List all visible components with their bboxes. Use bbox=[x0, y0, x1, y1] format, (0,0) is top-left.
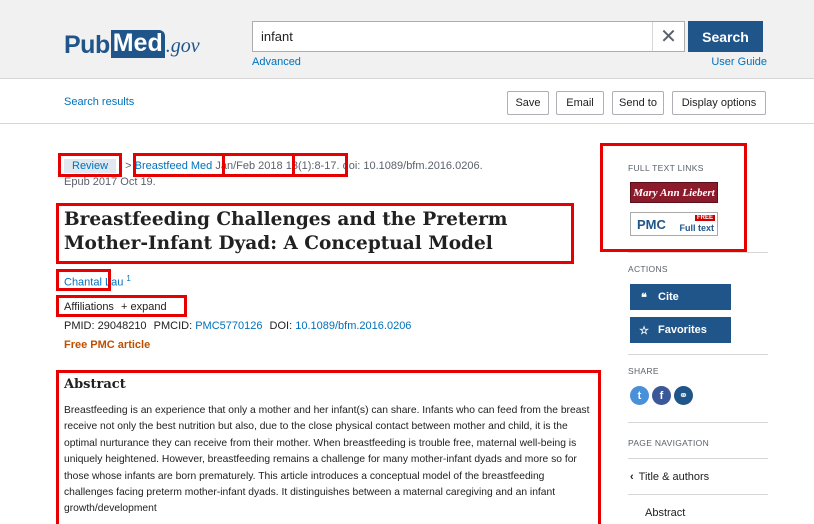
save-button[interactable]: Save bbox=[507, 91, 549, 115]
doi-link[interactable]: 10.1089/bfm.2016.0206 bbox=[295, 320, 411, 332]
affiliation-marker[interactable]: 1 bbox=[126, 274, 130, 283]
favorites-label: Favorites bbox=[658, 324, 707, 336]
pmc-logo-text: PMC bbox=[637, 216, 666, 232]
nav-abstract[interactable]: Abstract bbox=[645, 507, 685, 519]
full-text-links-label: FULL TEXT LINKS bbox=[628, 163, 704, 173]
page-header: PubMed.gov ✕ Search Advanced User Guide bbox=[0, 0, 814, 79]
favorites-button[interactable]: ☆ Favorites bbox=[630, 317, 731, 343]
pmc-full-text-link[interactable]: PMC FREE Full text bbox=[630, 212, 718, 236]
twitter-icon[interactable]: t bbox=[630, 386, 649, 405]
advanced-search-link[interactable]: Advanced bbox=[252, 56, 301, 68]
quote-icon: ❝ bbox=[641, 291, 647, 304]
logo-gov-text: .gov bbox=[165, 35, 200, 57]
sidebar-divider bbox=[628, 354, 768, 355]
close-icon: ✕ bbox=[660, 26, 677, 48]
abstract-text: Breastfeeding is an experience that only… bbox=[64, 405, 590, 515]
full-text-label: Full text bbox=[679, 223, 714, 233]
mary-ann-liebert-link[interactable]: Mary Ann Liebert bbox=[630, 182, 718, 203]
article-type-badge: Review bbox=[64, 159, 117, 173]
permalink-icon[interactable]: ⚭ bbox=[674, 386, 693, 405]
sidebar-divider bbox=[628, 458, 768, 459]
sidebar-divider bbox=[628, 422, 768, 423]
identifiers-row: PMID: 29048210 PMCID: PMC5770126 DOI: 10… bbox=[64, 320, 411, 332]
abstract-heading: Abstract bbox=[64, 377, 126, 392]
search-button[interactable]: Search bbox=[688, 21, 763, 52]
email-button[interactable]: Email bbox=[556, 91, 604, 115]
expand-affiliations-button[interactable]: + expand bbox=[121, 301, 167, 313]
author-list: Chantal Lau 1 bbox=[64, 274, 131, 289]
affiliations-row: Affiliations + expand bbox=[64, 301, 167, 313]
affiliations-label: Affiliations bbox=[64, 301, 114, 313]
display-options-button[interactable]: Display options bbox=[672, 91, 766, 115]
pmcid-link[interactable]: PMC5770126 bbox=[195, 320, 262, 332]
search-box: ✕ bbox=[252, 21, 685, 52]
pubmed-logo[interactable]: Pub Med .gov bbox=[64, 22, 200, 58]
nav-title-authors-label: Title & authors bbox=[638, 471, 710, 483]
page-navigation-label: PAGE NAVIGATION bbox=[628, 438, 710, 448]
facebook-icon[interactable]: f bbox=[652, 386, 671, 405]
article-title: Breastfeeding Challenges and the Preterm… bbox=[64, 209, 508, 254]
citation-line: Review > Breastfeed Med Jan/Feb 2018 13(… bbox=[64, 159, 483, 173]
logo-pub-text: Pub bbox=[64, 31, 110, 59]
doi-text: doi: 10.1089/bfm.2016.0206. bbox=[342, 160, 483, 172]
journal-link[interactable]: Breastfeed Med bbox=[135, 160, 213, 172]
search-input[interactable] bbox=[253, 22, 643, 51]
nav-title-authors[interactable]: ‹ Title & authors bbox=[630, 471, 709, 483]
sidebar-divider bbox=[628, 494, 768, 495]
user-guide-link[interactable]: User Guide bbox=[711, 56, 767, 68]
free-badge: FREE bbox=[694, 215, 715, 221]
action-bar: Search results Save Email Send to Displa… bbox=[0, 80, 814, 124]
clear-search-button[interactable]: ✕ bbox=[652, 22, 684, 51]
actions-label: ACTIONS bbox=[628, 264, 668, 274]
share-label: SHARE bbox=[628, 366, 659, 376]
logo-med-text: Med bbox=[110, 29, 165, 58]
author-link[interactable]: Chantal Lau bbox=[64, 277, 123, 289]
sidebar-divider bbox=[628, 252, 768, 253]
send-to-button[interactable]: Send to bbox=[612, 91, 664, 115]
pmid: PMID: 29048210 bbox=[64, 320, 147, 332]
free-pmc-badge: Free PMC article bbox=[64, 339, 151, 351]
chevron-left-icon: ‹ bbox=[630, 471, 634, 483]
share-icons: t f ⚭ bbox=[630, 386, 693, 405]
search-results-link[interactable]: Search results bbox=[64, 96, 134, 108]
star-icon: ☆ bbox=[639, 324, 649, 337]
volume-issue-pages: 13(1):8-17. bbox=[285, 160, 340, 172]
doi-label: DOI: bbox=[269, 320, 293, 332]
publication-date: Jan/Feb 2018 bbox=[215, 160, 283, 172]
cite-label: Cite bbox=[658, 291, 679, 303]
pmcid-label: PMCID: bbox=[153, 320, 193, 332]
cite-button[interactable]: ❝ Cite bbox=[630, 284, 731, 310]
epub-date: Epub 2017 Oct 19. bbox=[64, 176, 156, 188]
breadcrumb-separator: > bbox=[125, 160, 132, 172]
